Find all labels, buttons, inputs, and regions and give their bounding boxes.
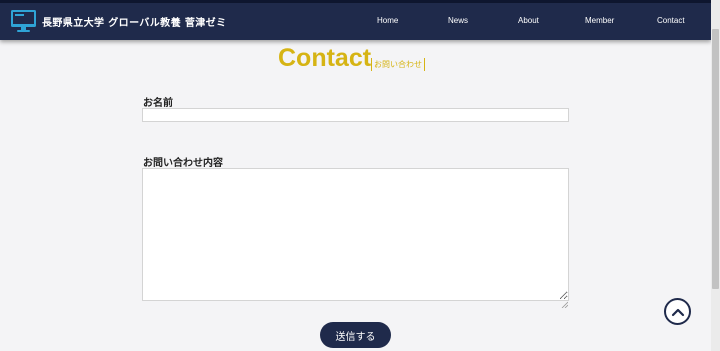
nav-home[interactable]: Home <box>377 16 398 25</box>
back-to-top-button[interactable] <box>664 298 691 325</box>
message-label: お問い合わせ内容 <box>143 158 223 169</box>
name-label: お名前 <box>143 98 173 109</box>
scrollbar-thumb[interactable] <box>712 29 719 289</box>
submit-button-label: 送信する <box>335 331 376 343</box>
site-title[interactable]: 長野県立大学 グローバル教養 菅津ゼミ <box>42 14 226 29</box>
submit-button[interactable]: 送信する <box>320 322 391 348</box>
nav-about[interactable]: About <box>518 16 539 25</box>
nav-news[interactable]: News <box>448 16 468 25</box>
chevron-up-icon <box>671 308 684 316</box>
name-input[interactable] <box>142 108 569 122</box>
message-textarea[interactable] <box>142 168 569 301</box>
nav-contact[interactable]: Contact <box>657 16 685 25</box>
page-title: Contact <box>278 44 372 72</box>
navbar: 長野県立大学 グローバル教養 菅津ゼミ Home News About Memb… <box>0 3 711 40</box>
computer-monitor-icon[interactable] <box>10 9 37 33</box>
page-subtitle: お問い合わせ <box>371 58 425 71</box>
resize-handle-icon[interactable] <box>561 293 569 309</box>
nav-member[interactable]: Member <box>585 16 614 25</box>
